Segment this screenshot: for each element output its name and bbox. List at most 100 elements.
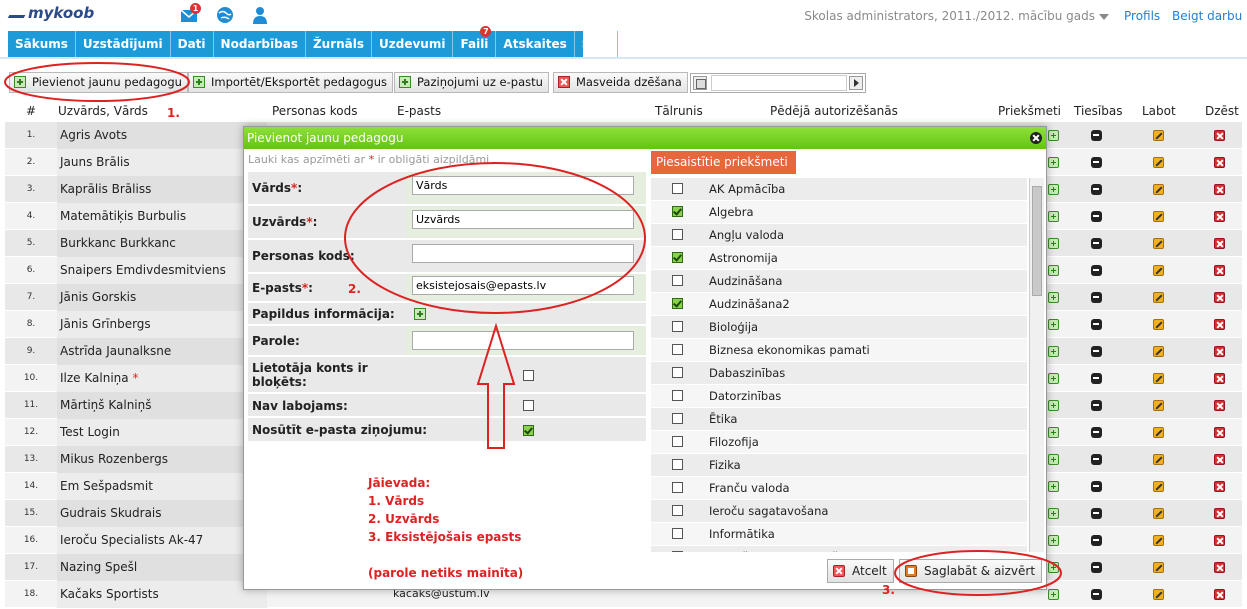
nav-item-home[interactable]: Sākums: [8, 31, 76, 57]
subjects-icon[interactable]: [1048, 589, 1059, 600]
teacher-name[interactable]: Kačaks Sportists: [57, 581, 267, 608]
edit-icon[interactable]: [1153, 130, 1164, 141]
subjects-icon[interactable]: [1048, 508, 1059, 519]
teacher-name[interactable]: Jauns Brālis: [57, 149, 267, 176]
subject-checkbox[interactable]: [672, 459, 683, 470]
col-email[interactable]: E-pasts: [397, 104, 441, 118]
send-email-checkbox[interactable]: [523, 425, 534, 436]
delete-icon[interactable]: [1214, 238, 1225, 249]
subject-item[interactable]: Angļu valoda: [651, 224, 1027, 247]
dialog-title-bar[interactable]: Pievienot jaunu pedagogu: [244, 127, 1046, 149]
edit-icon[interactable]: [1153, 481, 1164, 492]
subjects-icon[interactable]: [1048, 535, 1059, 546]
add-teacher-button[interactable]: Pievienot jaunu pedagogu: [9, 72, 188, 93]
rights-key-icon[interactable]: [1091, 292, 1102, 303]
search-input[interactable]: [711, 75, 847, 91]
teacher-name[interactable]: Jānis Grīnbergs: [57, 311, 267, 338]
subject-item[interactable]: Ētika: [651, 408, 1027, 431]
expand-extra-info-icon[interactable]: [414, 308, 426, 320]
teacher-name[interactable]: Jānis Gorskis: [57, 284, 267, 311]
password-input[interactable]: [412, 331, 634, 350]
rights-key-icon[interactable]: [1091, 454, 1102, 465]
subject-checkbox[interactable]: [672, 275, 683, 286]
user-icon[interactable]: [250, 5, 270, 25]
subject-item[interactable]: Astronomija: [651, 247, 1027, 270]
rights-key-icon[interactable]: [1091, 238, 1102, 249]
rights-key-icon[interactable]: [1091, 346, 1102, 357]
edit-icon[interactable]: [1153, 454, 1164, 465]
rights-key-icon[interactable]: [1091, 400, 1102, 411]
edit-icon[interactable]: [1153, 427, 1164, 438]
school-year-selector[interactable]: Skolas administrators, 2011./2012. mācīb…: [804, 9, 1109, 23]
teacher-name[interactable]: Nazing Spešl: [57, 554, 267, 581]
subject-checkbox[interactable]: [672, 321, 683, 332]
cancel-button[interactable]: Atcelt: [827, 559, 894, 583]
subject-checkbox[interactable]: [672, 367, 683, 378]
subject-item[interactable]: Biznesa ekonomikas pamati: [651, 339, 1027, 362]
subject-checkbox[interactable]: [672, 482, 683, 493]
teacher-name[interactable]: Em Sešpadsmit: [57, 473, 267, 500]
subjects-icon[interactable]: [1048, 454, 1059, 465]
nav-item-reports[interactable]: Atskaites: [496, 31, 575, 57]
delete-icon[interactable]: [1214, 265, 1225, 276]
logout-link[interactable]: Beigt darbu: [1172, 9, 1242, 23]
scroll-thumb[interactable]: [1032, 186, 1042, 296]
delete-icon[interactable]: [1214, 508, 1225, 519]
delete-icon[interactable]: [1214, 535, 1225, 546]
delete-icon[interactable]: [1214, 373, 1225, 384]
subject-item[interactable]: Algebra: [651, 201, 1027, 224]
rights-key-icon[interactable]: [1091, 508, 1102, 519]
subject-checkbox[interactable]: [672, 298, 683, 309]
subjects-icon[interactable]: [1048, 238, 1059, 249]
play-icon[interactable]: [849, 76, 863, 90]
subjects-icon[interactable]: [1048, 562, 1059, 573]
teacher-name[interactable]: Kaprālis Brāliss: [57, 176, 267, 203]
delete-icon[interactable]: [1214, 481, 1225, 492]
filter-icon[interactable]: [693, 76, 707, 90]
delete-icon[interactable]: [1214, 211, 1225, 222]
not-editable-checkbox[interactable]: [523, 400, 534, 411]
teacher-name[interactable]: Burkkanc Burkkanc: [57, 230, 267, 257]
subject-item[interactable]: Dabaszinības: [651, 362, 1027, 385]
subjects-icon[interactable]: [1048, 211, 1059, 222]
subject-item[interactable]: Datorzinības: [651, 385, 1027, 408]
col-name[interactable]: Uzvārds, Vārds: [58, 104, 148, 118]
edit-icon[interactable]: [1153, 265, 1164, 276]
subject-checkbox[interactable]: [672, 413, 683, 424]
rights-key-icon[interactable]: [1091, 427, 1102, 438]
subject-checkbox[interactable]: [672, 252, 683, 263]
subject-item[interactable]: Ieroču sagatavošana: [651, 500, 1027, 523]
delete-icon[interactable]: [1214, 184, 1225, 195]
subject-item[interactable]: Informātika: [651, 523, 1027, 546]
subjects-scrollbar[interactable]: [1029, 178, 1044, 552]
subject-checkbox[interactable]: [672, 551, 683, 552]
close-icon[interactable]: [1030, 132, 1042, 144]
edit-icon[interactable]: [1153, 508, 1164, 519]
subjects-icon[interactable]: [1048, 292, 1059, 303]
teacher-name[interactable]: Mikus Rozenbergs: [57, 446, 267, 473]
delete-icon[interactable]: [1214, 400, 1225, 411]
teacher-name[interactable]: Mārtiņš Kalniņš: [57, 392, 267, 419]
edit-icon[interactable]: [1153, 211, 1164, 222]
rights-key-icon[interactable]: [1091, 373, 1102, 384]
teacher-name[interactable]: Agris Avots: [57, 122, 267, 149]
nav-item-tasks[interactable]: Uzdevumi: [372, 31, 454, 57]
subjects-icon[interactable]: [1048, 157, 1059, 168]
mykoob-logo[interactable]: mykoob: [7, 4, 94, 22]
email-notifications-button[interactable]: Paziņojumi uz e-pastu: [394, 72, 549, 93]
edit-icon[interactable]: [1153, 373, 1164, 384]
subject-checkbox[interactable]: [672, 206, 683, 217]
subjects-icon[interactable]: [1048, 184, 1059, 195]
nav-item-lessons[interactable]: Nodarbības: [214, 31, 306, 57]
edit-icon[interactable]: [1153, 292, 1164, 303]
first-name-input[interactable]: [412, 176, 634, 195]
subject-item[interactable]: Fizika: [651, 454, 1027, 477]
rights-key-icon[interactable]: [1091, 184, 1102, 195]
teacher-name[interactable]: Gudrais Skudrais: [57, 500, 267, 527]
col-phone[interactable]: Tālrunis: [655, 104, 703, 118]
subject-checkbox[interactable]: [672, 436, 683, 447]
edit-icon[interactable]: [1153, 535, 1164, 546]
delete-icon[interactable]: [1214, 292, 1225, 303]
rights-key-icon[interactable]: [1091, 589, 1102, 600]
subject-checkbox[interactable]: [672, 344, 683, 355]
